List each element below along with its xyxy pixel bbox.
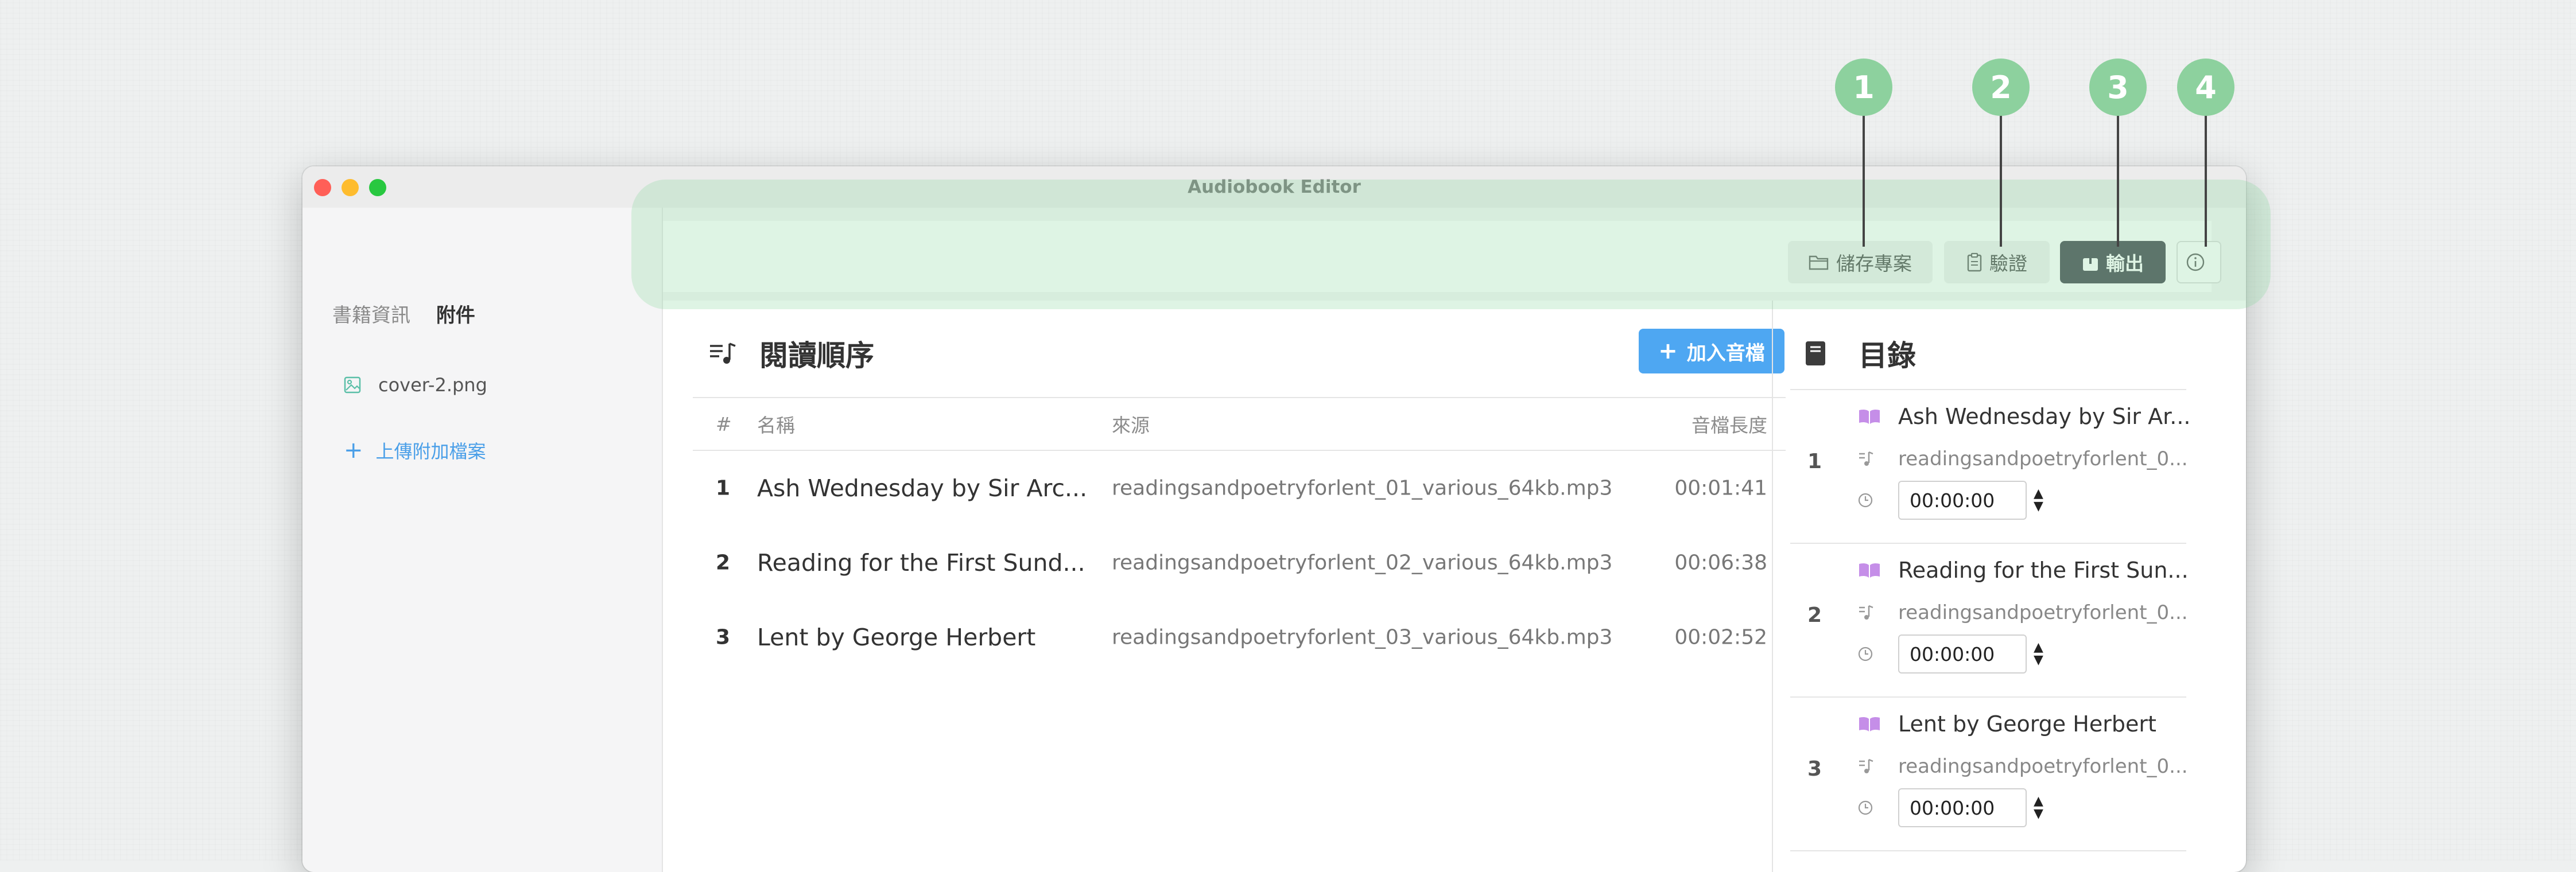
- reading-order-title: 閱讀順序: [759, 339, 874, 372]
- time-stepper[interactable]: ▲ ▼: [2034, 488, 2043, 513]
- plus-icon: +: [344, 437, 363, 464]
- open-book-icon: [1859, 409, 1880, 424]
- upload-label: 上傳附加檔案: [375, 441, 486, 462]
- table-header: # 名稱 來源 音檔長度: [693, 397, 1786, 451]
- toc-item-source-row: readingsandpoetryforlent_0...: [1858, 447, 2188, 470]
- toc-item-name: Lent by George Herbert: [1898, 711, 2156, 737]
- row-source: readingsandpoetryforlent_01_various_64kb…: [1112, 476, 1613, 500]
- callout-line-1: [1863, 114, 1865, 247]
- playlist-icon: [710, 342, 736, 364]
- stepper-up-icon[interactable]: ▲: [2034, 488, 2043, 500]
- clock-icon: [1858, 647, 1873, 661]
- attachment-filename: cover-2.png: [378, 374, 487, 396]
- row-length: 00:06:38: [1674, 551, 1767, 575]
- stepper-up-icon[interactable]: ▲: [2034, 641, 2043, 654]
- open-book-icon: [1859, 563, 1880, 578]
- column-header-num: #: [716, 412, 732, 435]
- add-audio-button[interactable]: + 加入音檔: [1639, 329, 1784, 373]
- toc-item[interactable]: 1 Ash Wednesday by Sir Ar... readingsand…: [1790, 389, 2190, 544]
- music-note-icon: [1859, 605, 1873, 620]
- row-length: 00:01:41: [1674, 476, 1767, 500]
- time-stepper[interactable]: ▲ ▼: [2034, 641, 2043, 667]
- music-note-icon: [1859, 451, 1873, 466]
- callout-4: 4: [2177, 59, 2234, 116]
- plus-icon: +: [1658, 338, 1678, 364]
- toc-panel: 目錄 1 Ash Wednesday by Sir Ar... readings…: [1772, 301, 2246, 872]
- row-num: 1: [716, 476, 731, 500]
- row-num: 2: [716, 551, 731, 575]
- callout-line-3: [2117, 114, 2119, 247]
- sidebar-tabs: 書籍資訊 附件: [332, 299, 495, 328]
- toc-item-name-row: Lent by George Herbert: [1858, 711, 2156, 737]
- column-header-name[interactable]: 名稱: [757, 410, 795, 438]
- toc-item-time-row: 00:00:00 ▲ ▼: [1858, 788, 2043, 827]
- column-header-source[interactable]: 來源: [1112, 410, 1150, 438]
- attachment-item[interactable]: cover-2.png: [344, 374, 487, 396]
- tab-attachments[interactable]: 附件: [436, 299, 475, 328]
- toc-item-time-row: 00:00:00 ▲ ▼: [1858, 481, 2043, 520]
- tab-book-info[interactable]: 書籍資訊: [332, 299, 410, 328]
- toc-item-source-row: readingsandpoetryforlent_0...: [1858, 601, 2188, 624]
- toc-item-time-row: 00:00:00 ▲ ▼: [1858, 634, 2043, 674]
- reading-order-table: # 名稱 來源 音檔長度 1 Ash Wednesday by Sir Arc.…: [693, 397, 1786, 675]
- table-row[interactable]: 1 Ash Wednesday by Sir Arc... readingsan…: [693, 451, 1786, 525]
- callout-3: 3: [2089, 59, 2147, 116]
- toc-item[interactable]: 3 Lent by George Herbert readingsandpoet…: [1790, 696, 2188, 851]
- toc-item-name: Reading for the First Sun...: [1898, 558, 2189, 583]
- callout-2: 2: [1972, 59, 2030, 116]
- add-audio-label: 加入音檔: [1686, 341, 1765, 365]
- image-icon: [344, 376, 361, 394]
- toc-item-name-row: Ash Wednesday by Sir Ar...: [1858, 404, 2190, 429]
- row-source: readingsandpoetryforlent_03_various_64kb…: [1112, 625, 1613, 649]
- clock-icon: [1858, 493, 1873, 508]
- toc-divider: [1790, 850, 2186, 851]
- toc-title: 目錄: [1859, 339, 1916, 372]
- callout-line-2: [2000, 114, 2002, 247]
- start-time-input[interactable]: 00:00:00: [1898, 788, 2027, 827]
- column-header-length[interactable]: 音檔長度: [1692, 410, 1767, 438]
- row-name: Reading for the First Sund...: [757, 549, 1085, 577]
- upload-attachment-button[interactable]: + 上傳附加檔案: [344, 437, 486, 464]
- stepper-up-icon[interactable]: ▲: [2034, 795, 2043, 808]
- toc-item[interactable]: 2 Reading for the First Sun... readingsa…: [1790, 543, 2189, 698]
- time-stepper[interactable]: ▲ ▼: [2034, 795, 2043, 820]
- stepper-down-icon[interactable]: ▼: [2034, 808, 2043, 820]
- toc-item-name: Ash Wednesday by Sir Ar...: [1898, 404, 2191, 429]
- stepper-down-icon[interactable]: ▼: [2034, 654, 2043, 667]
- toc-item-num: 1: [1807, 450, 1822, 473]
- toc-item-name-row: Reading for the First Sun...: [1858, 558, 2189, 583]
- callout-line-4: [2205, 114, 2207, 247]
- start-time-input[interactable]: 00:00:00: [1898, 481, 2027, 520]
- toc-item-source: readingsandpoetryforlent_0...: [1898, 447, 2188, 470]
- clock-icon: [1858, 800, 1873, 815]
- callout-1: 1: [1835, 59, 1892, 116]
- toc-item-num: 3: [1807, 757, 1822, 781]
- row-length: 00:02:52: [1674, 625, 1767, 649]
- row-name: Ash Wednesday by Sir Arc...: [757, 474, 1088, 502]
- stepper-down-icon[interactable]: ▼: [2034, 500, 2043, 513]
- sidebar: 書籍資訊 附件 cover-2.png + 上傳附加檔案: [302, 208, 663, 872]
- toc-item-num: 2: [1807, 604, 1822, 627]
- row-name: Lent by George Herbert: [757, 624, 1036, 651]
- music-note-icon: [1859, 758, 1873, 773]
- row-source: readingsandpoetryforlent_02_various_64kb…: [1112, 551, 1613, 575]
- start-time-input[interactable]: 00:00:00: [1898, 634, 2027, 674]
- row-num: 3: [716, 625, 731, 649]
- open-book-icon: [1859, 717, 1880, 731]
- table-row[interactable]: 2 Reading for the First Sund... readings…: [693, 525, 1786, 600]
- book-icon: [1806, 341, 1825, 365]
- toc-item-source-row: readingsandpoetryforlent_0...: [1858, 755, 2188, 778]
- reading-order-header: 閱讀順序: [709, 333, 874, 374]
- toc-header: 目錄: [1805, 333, 1916, 374]
- table-row[interactable]: 3 Lent by George Herbert readingsandpoet…: [693, 600, 1786, 675]
- toolbar-highlight: [631, 180, 2271, 309]
- toc-item-source: readingsandpoetryforlent_0...: [1898, 601, 2188, 624]
- reading-order-panel: 閱讀順序 + 加入音檔 # 名稱 來源 音檔長度 1 Ash Wednesday…: [663, 301, 1786, 872]
- toc-item-source: readingsandpoetryforlent_0...: [1898, 755, 2188, 778]
